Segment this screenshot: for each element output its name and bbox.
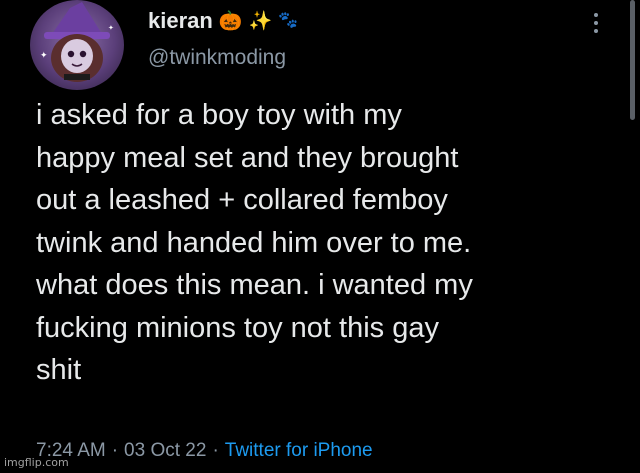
dot [594, 29, 598, 33]
tweet-meta: 7:24 AM · 03 Oct 22 · Twitter for iPhone [36, 440, 373, 462]
pumpkin-icon: 🎃 [218, 10, 243, 32]
watermark: imgflip.com [4, 456, 69, 469]
avatar[interactable]: ✦ ✦ [30, 0, 124, 90]
sparkle-icon: ✨ [248, 10, 273, 32]
author-name-row[interactable]: kieran 🎃 ✨ 🐾 [148, 8, 298, 34]
tweet-source-link[interactable]: Twitter for iPhone [225, 440, 373, 462]
more-options-icon[interactable] [586, 6, 606, 40]
dot [594, 13, 598, 17]
tweet-text: i asked for a boy toy with my happy meal… [36, 99, 473, 386]
svg-text:✦: ✦ [108, 24, 114, 32]
dot [594, 21, 598, 25]
paw-icon: 🐾 [278, 12, 299, 29]
tweet-date[interactable]: 03 Oct 22 [124, 440, 206, 462]
display-name[interactable]: kieran [148, 8, 213, 34]
svg-text:✦: ✦ [40, 50, 48, 60]
avatar-image: ✦ ✦ [40, 2, 114, 82]
tweet-card: ✦ ✦ kieran 🎃 ✨ 🐾 @twinkmoding i asked fo… [0, 0, 640, 473]
scrollbar[interactable] [630, 0, 635, 120]
author-handle[interactable]: @twinkmoding [148, 46, 286, 70]
meta-separator: · [212, 440, 219, 461]
meta-separator: · [111, 440, 119, 461]
